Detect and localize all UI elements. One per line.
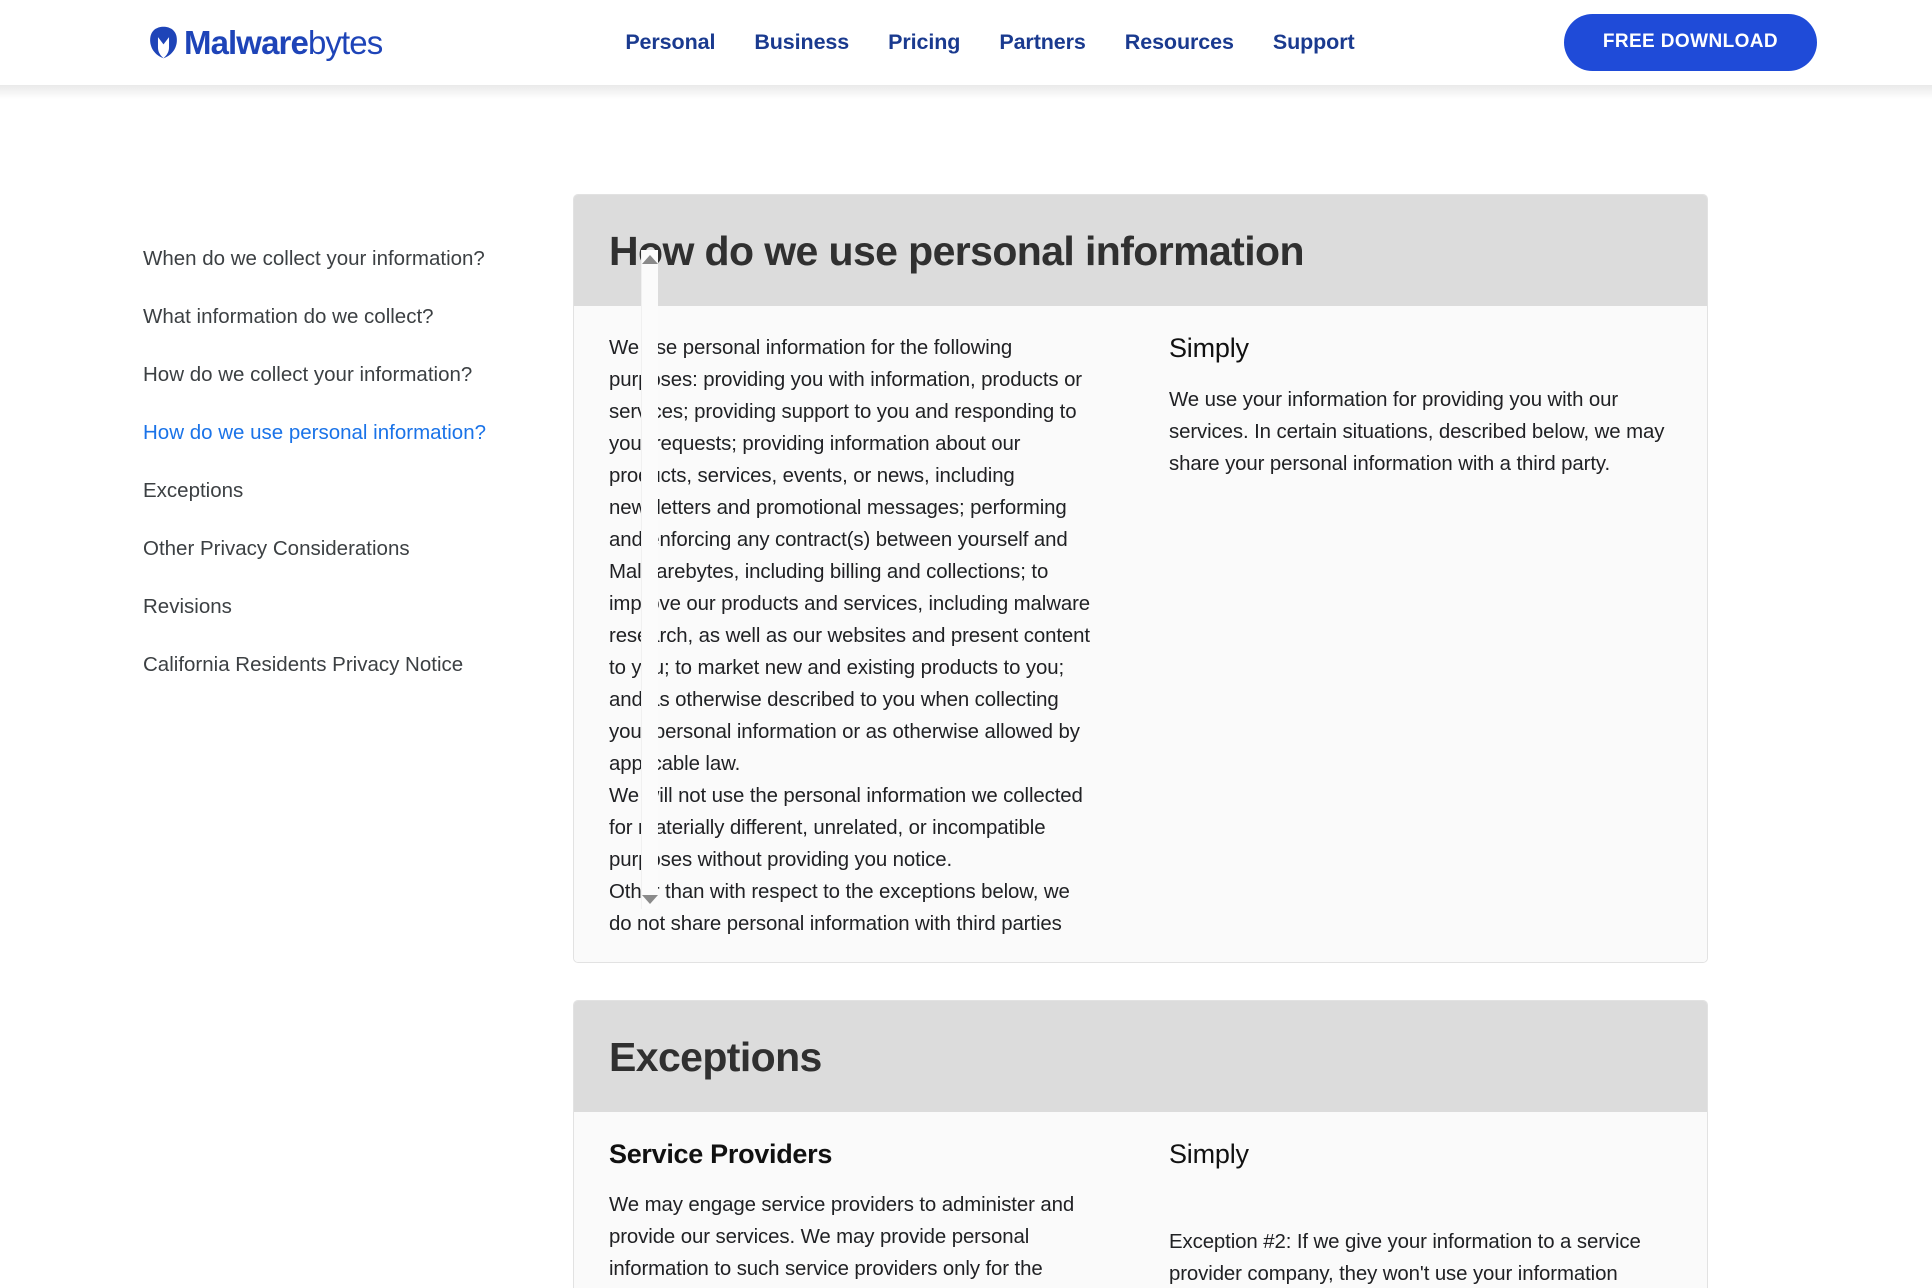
section-card-how-do-we-use-personal-information: How do we use personal information We us… (573, 194, 1708, 964)
list-item: When do we collect your information? (143, 243, 573, 275)
card-header: How do we use personal information (574, 195, 1707, 307)
card-body: Service Providers We may engage service … (574, 1112, 1707, 1288)
nav-item-personal[interactable]: Personal (625, 30, 715, 55)
toc-list: When do we collect your information? Wha… (143, 243, 573, 681)
list-item: Other Privacy Considerations (143, 533, 573, 565)
section-card-exceptions: Exceptions Service Providers We may enga… (573, 1000, 1708, 1288)
site-header: Malwarebytes Personal Business Pricing P… (0, 0, 1932, 99)
logo-word-light: bytes (307, 24, 383, 61)
list-item: How do we collect your information? (143, 359, 573, 391)
simply-heading: Simply (1169, 1139, 1249, 1170)
logo-wordmark: Malwarebytes (184, 24, 383, 61)
card-header: Exceptions (574, 1001, 1707, 1113)
sidebar-item-what-collect[interactable]: What information do we collect? (143, 301, 434, 333)
simply-paragraph-exception-2: Exception #2: If we give your informatio… (1169, 1230, 1641, 1285)
simply-paragraph: We use your information for providing yo… (1169, 388, 1665, 475)
card-right-column: Simply We use your information for provi… (1124, 332, 1672, 940)
card-left-column: We use personal information for the foll… (609, 332, 1124, 940)
paragraph-no-third-party-sharing: Other than with respect to the exception… (609, 881, 1070, 936)
list-item: Revisions (143, 591, 573, 623)
list-item: California Residents Privacy Notice (143, 649, 573, 681)
sidebar-item-other-privacy-considerations[interactable]: Other Privacy Considerations (143, 533, 410, 565)
card-body: We use personal information for the foll… (574, 306, 1707, 963)
list-item: What information do we collect? (143, 301, 573, 333)
sidebar-item-revisions[interactable]: Revisions (143, 591, 232, 623)
nav-item-resources[interactable]: Resources (1125, 30, 1234, 55)
nav-item-business[interactable]: Business (754, 30, 849, 55)
nav-item-support[interactable]: Support (1273, 30, 1355, 55)
malwarebytes-logo-icon (150, 26, 177, 59)
nav-item-partners[interactable]: Partners (999, 30, 1086, 55)
scroll-up-arrow-icon[interactable] (642, 255, 658, 264)
simply-heading: Simply (1169, 333, 1249, 364)
scroll-down-arrow-icon[interactable] (642, 895, 658, 904)
page-body: When do we collect your information? Wha… (0, 85, 1932, 1288)
section-title-exceptions: Exceptions (609, 1034, 822, 1081)
header-cta-container: FREE DOWNLOAD (1563, 14, 1817, 71)
sidebar-item-how-use-personal-information[interactable]: How do we use personal information? (143, 417, 486, 449)
sidebar-item-california-residents-privacy-notice[interactable]: California Residents Privacy Notice (143, 649, 463, 681)
main-navigation: Personal Business Pricing Partners Resou… (625, 30, 1354, 55)
card-left-column: Service Providers We may engage service … (609, 1138, 1124, 1288)
logo-word-bold: Malware (184, 24, 309, 61)
list-item: Exceptions (143, 475, 573, 507)
card-right-column: Simply Exception #2: If we give your inf… (1124, 1138, 1672, 1288)
paragraph-service-providers: We may engage service providers to admin… (609, 1193, 1075, 1280)
table-of-contents-sidebar: When do we collect your information? Wha… (143, 110, 658, 909)
malwarebytes-logo[interactable]: Malwarebytes (148, 24, 383, 61)
list-item: How do we use personal information? (143, 417, 573, 449)
free-download-button[interactable]: FREE DOWNLOAD (1563, 14, 1817, 71)
main-content: How do we use personal information We us… (573, 110, 1708, 1288)
nav-item-pricing[interactable]: Pricing (888, 30, 960, 55)
sidebar-item-exceptions[interactable]: Exceptions (143, 475, 243, 507)
subsection-heading-service-providers: Service Providers (609, 1139, 833, 1170)
sidebar-scrollbar[interactable] (641, 250, 658, 909)
page-title: How do we use personal information (609, 228, 1305, 274)
sidebar-item-when-collect[interactable]: When do we collect your information? (143, 243, 485, 275)
sidebar-item-how-collect[interactable]: How do we collect your information? (143, 359, 472, 391)
paragraph-purposes: We use personal information for the foll… (609, 337, 1090, 776)
paragraph-no-incompatible-use: We will not use the personal information… (609, 785, 1083, 872)
